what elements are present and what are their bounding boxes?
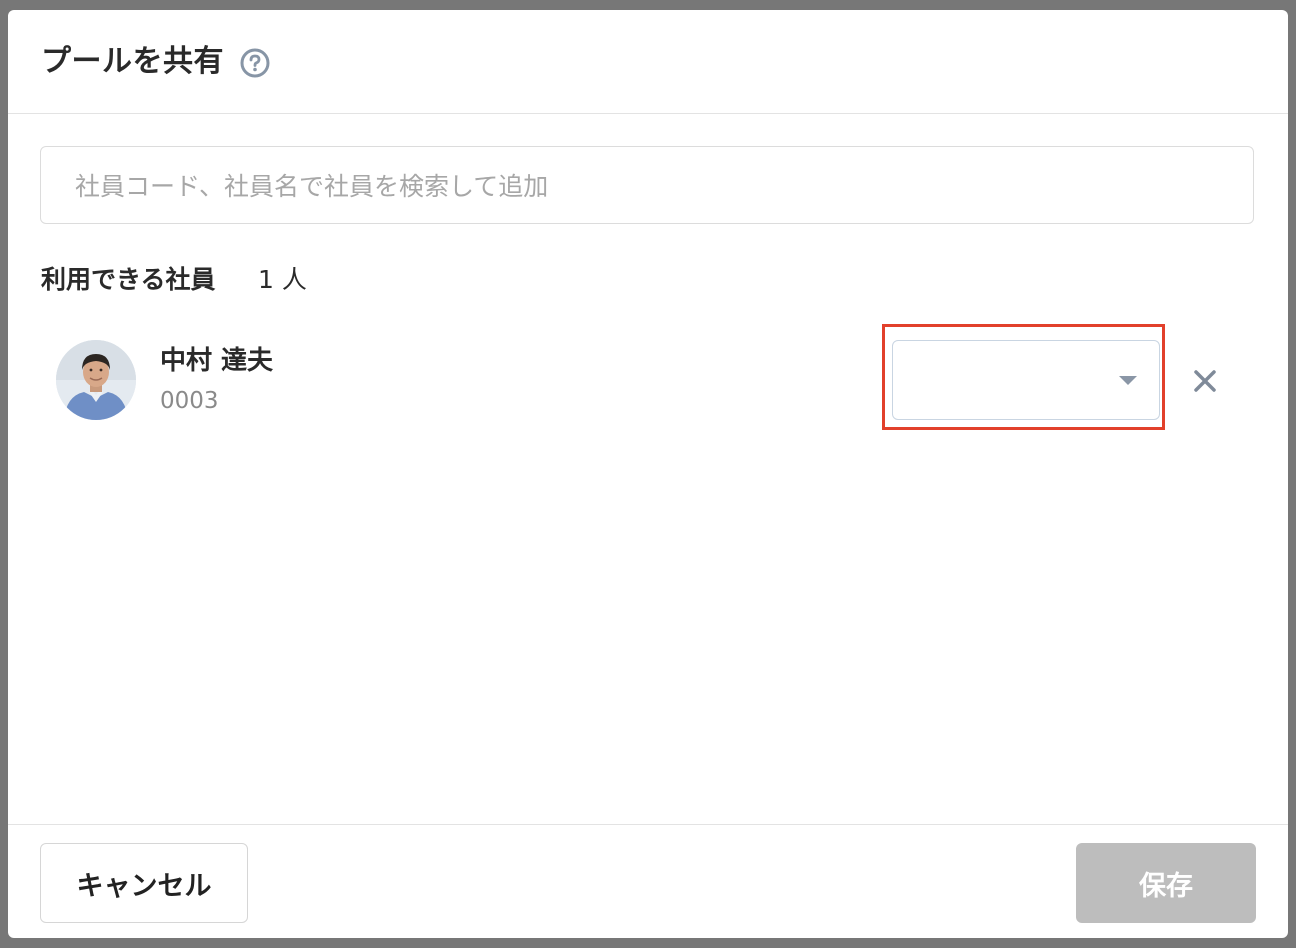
member-code: 0003 xyxy=(160,388,219,414)
question-circle-icon[interactable] xyxy=(240,48,270,78)
cancel-button[interactable]: キャンセル xyxy=(40,843,248,923)
share-pool-dialog: プールを共有 利用できる社員 1 人 中村 達夫 xyxy=(8,10,1288,938)
avatar xyxy=(56,340,136,420)
member-name: 中村 達夫 xyxy=(160,346,274,376)
dialog-footer: キャンセル 保存 xyxy=(8,824,1288,938)
employee-search-field[interactable] xyxy=(40,146,1254,224)
dialog-title: プールを共有 xyxy=(41,44,224,79)
dialog-header: プールを共有 xyxy=(8,10,1288,114)
members-count: 1 人 xyxy=(258,265,307,294)
employee-search-input[interactable] xyxy=(73,165,1227,207)
close-icon[interactable] xyxy=(1190,366,1220,396)
member-row: 中村 達夫 0003 xyxy=(40,324,1252,430)
members-section-label: 利用できる社員 xyxy=(41,265,216,294)
save-button[interactable]: 保存 xyxy=(1076,843,1256,923)
highlight-annotation xyxy=(882,324,1165,430)
